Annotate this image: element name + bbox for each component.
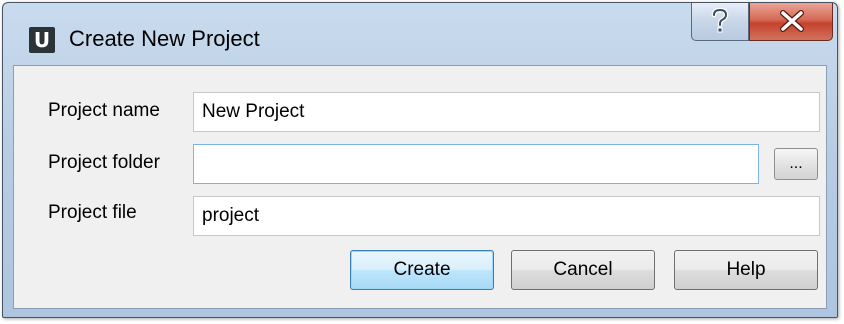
project-name-input[interactable] bbox=[193, 92, 820, 132]
question-mark-icon bbox=[711, 7, 729, 33]
create-button[interactable]: Create bbox=[350, 250, 494, 290]
title-close-button[interactable] bbox=[749, 3, 833, 41]
title-bar[interactable]: U Create New Project bbox=[3, 3, 837, 65]
app-logo-icon: U bbox=[29, 27, 55, 53]
help-button[interactable]: Help bbox=[674, 250, 818, 290]
cancel-button[interactable]: Cancel bbox=[511, 250, 655, 290]
project-file-input[interactable] bbox=[193, 196, 820, 236]
dialog-window: U Create New Project Project name Projec… bbox=[2, 2, 838, 318]
project-name-label: Project name bbox=[48, 100, 160, 121]
dialog-body: Project name Project folder ... Project … bbox=[13, 65, 827, 309]
browse-folder-button[interactable]: ... bbox=[774, 148, 818, 180]
close-icon bbox=[780, 10, 804, 32]
project-file-label: Project file bbox=[48, 202, 137, 223]
project-folder-label: Project folder bbox=[48, 152, 160, 173]
window-title: Create New Project bbox=[69, 26, 260, 51]
project-folder-input[interactable] bbox=[193, 144, 759, 184]
title-help-button[interactable] bbox=[691, 3, 749, 41]
